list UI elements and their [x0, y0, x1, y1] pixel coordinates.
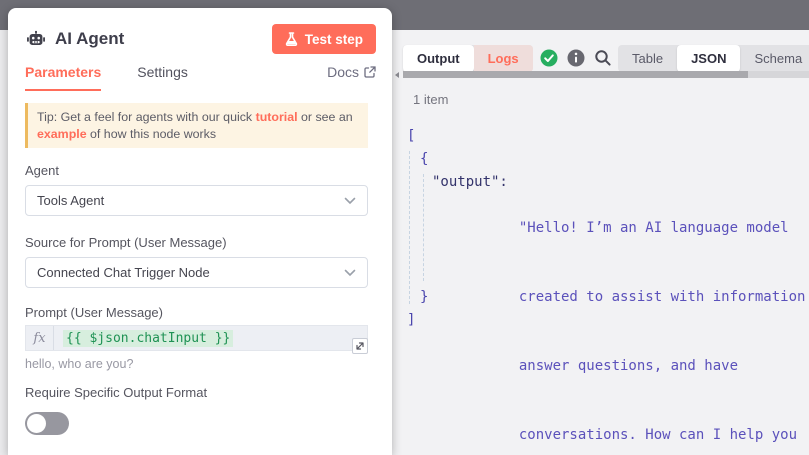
horizontal-scrollbar[interactable] — [395, 71, 809, 79]
node-title: AI Agent — [55, 29, 124, 49]
flask-icon — [285, 32, 298, 46]
agent-field-label: Agent — [25, 163, 59, 178]
screen: Output Logs Table JSON Schema 1 it — [0, 0, 809, 455]
test-step-button[interactable]: Test step — [272, 24, 376, 54]
scrollbar-track[interactable] — [403, 71, 809, 78]
output-panel: Output Logs Table JSON Schema 1 it — [392, 30, 809, 455]
chevron-down-icon — [344, 269, 356, 277]
item-count: 1 item — [413, 92, 448, 107]
tutorial-link[interactable]: tutorial — [256, 110, 298, 124]
prompt-hint-text: hello, who are you? — [25, 357, 133, 371]
indent-guide — [423, 174, 424, 281]
external-link-icon — [364, 66, 376, 78]
example-link[interactable]: example — [37, 127, 87, 141]
node-settings-card: AI Agent Test step Parameters Settings D… — [8, 8, 392, 455]
tab-json[interactable]: JSON — [677, 45, 740, 72]
tip-text: or see an — [298, 110, 353, 124]
output-logs-switch: Output Logs — [403, 45, 533, 72]
json-key: "output": — [432, 171, 508, 194]
prompt-source-select[interactable]: Connected Chat Trigger Node — [25, 257, 368, 288]
json-bracket-open: [ — [407, 125, 415, 148]
expand-icon — [355, 341, 365, 351]
agent-select-value: Tools Agent — [37, 193, 104, 208]
json-output-entry: "output": "Hello! I’m an AI language mod… — [432, 171, 805, 455]
json-value-line: created to assist with information — [519, 286, 806, 309]
tab-logs[interactable]: Logs — [474, 45, 533, 72]
expression-value[interactable]: {{ $json.chatInput }} — [63, 330, 233, 347]
tab-schema[interactable]: Schema — [740, 45, 809, 72]
agent-select[interactable]: Tools Agent — [25, 185, 368, 216]
tip-callout: Tip: Get a feel for agents with our quic… — [25, 103, 368, 148]
toggle-knob — [27, 414, 46, 433]
tab-table[interactable]: Table — [618, 45, 677, 72]
json-brace-close: } — [420, 286, 428, 309]
success-check-icon — [540, 49, 558, 67]
node-header: AI Agent Test step — [25, 22, 376, 56]
indent-guide — [409, 151, 410, 304]
info-icon[interactable] — [567, 49, 585, 67]
tab-output[interactable]: Output — [403, 45, 474, 72]
json-brace-open: { — [420, 148, 428, 171]
json-value-line: "Hello! I’m an AI language model — [519, 217, 806, 240]
search-icon[interactable] — [594, 49, 612, 67]
expand-expression-button[interactable] — [352, 338, 368, 354]
output-format-label: Require Specific Output Format — [25, 385, 207, 400]
json-bracket-close: ] — [407, 309, 415, 332]
tab-settings[interactable]: Settings — [137, 64, 188, 89]
tab-parameters[interactable]: Parameters — [25, 64, 101, 91]
json-value-line: conversations. How can I help you — [519, 424, 806, 447]
output-header-icons — [540, 49, 612, 67]
tip-text: of how this node works — [87, 127, 216, 141]
docs-link[interactable]: Docs — [327, 64, 376, 80]
docs-label: Docs — [327, 64, 359, 80]
scrollbar-thumb[interactable] — [403, 71, 748, 78]
prompt-expression-field[interactable]: fx {{ $json.chatInput }} — [25, 325, 368, 351]
source-field-label: Source for Prompt (User Message) — [25, 235, 227, 250]
prompt-source-value: Connected Chat Trigger Node — [37, 265, 210, 280]
prompt-field-label: Prompt (User Message) — [25, 305, 163, 320]
scrollbar-left-arrow-icon[interactable] — [395, 72, 399, 78]
json-value: "Hello! I’m an AI language model created… — [519, 171, 806, 455]
test-step-label: Test step — [305, 32, 363, 47]
json-value-line: answer questions, and have — [519, 355, 806, 378]
fx-badge: fx — [26, 326, 54, 350]
robot-icon — [25, 28, 47, 50]
format-switch: Table JSON Schema — [618, 45, 809, 72]
node-tabs: Parameters Settings Docs — [25, 64, 376, 90]
tip-text: Tip: Get a feel for agents with our quic… — [37, 110, 256, 124]
chevron-down-icon — [344, 197, 356, 205]
output-format-toggle[interactable] — [25, 412, 69, 435]
